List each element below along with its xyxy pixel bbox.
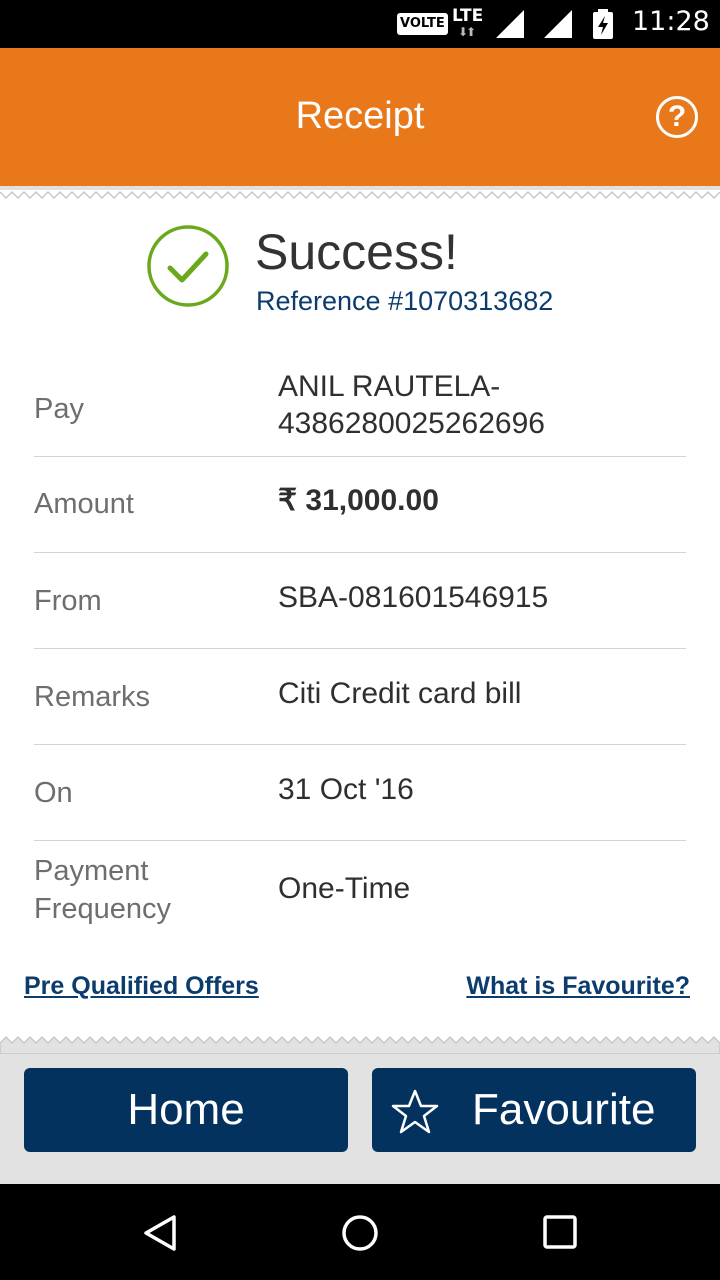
home-button-label: Home: [127, 1085, 245, 1134]
detail-row-frequency: Payment Frequency One-Time: [34, 841, 686, 937]
detail-value: One-Time: [278, 872, 411, 905]
zigzag-divider: [0, 1035, 720, 1054]
page-title: Receipt: [295, 95, 425, 137]
detail-row-amount: Amount ₹ 31,000.00: [34, 457, 686, 553]
detail-label: From: [34, 585, 102, 617]
detail-label: On: [34, 777, 73, 809]
favourite-button[interactable]: Favourite: [372, 1068, 696, 1152]
app-bar: Receipt: [0, 48, 720, 186]
detail-label: Pay: [34, 393, 84, 425]
volte-badge: VOLTE: [397, 13, 448, 35]
zigzag-divider: [0, 186, 720, 200]
home-circle-icon[interactable]: [340, 1213, 380, 1253]
detail-row-remarks: Remarks Citi Credit card bill: [34, 649, 686, 745]
detail-label: Amount: [34, 488, 134, 520]
nav-bar: [0, 1184, 720, 1280]
signal-strength-icon: [496, 10, 524, 38]
status-bar: VOLTE LTE ⬇⬆ 11:28: [0, 0, 720, 48]
battery-charging-icon: [593, 9, 613, 39]
home-button[interactable]: Home: [24, 1068, 348, 1152]
reference-number: Reference #1070313682: [256, 286, 554, 316]
back-icon[interactable]: [142, 1214, 180, 1252]
recents-square-icon[interactable]: [542, 1214, 578, 1250]
detail-label: Payment Frequency: [34, 855, 172, 925]
pre-qualified-offers-link[interactable]: Pre Qualified Offers: [24, 972, 259, 1001]
detail-row-pay: Pay ANIL RAUTELA- 4386280025262696: [34, 350, 686, 457]
detail-value: SBA-081601546915: [278, 581, 549, 614]
star-icon: [391, 1089, 439, 1134]
success-title: Success!: [255, 224, 458, 280]
detail-value: 31 Oct '16: [278, 773, 414, 806]
data-activity-icon: ⬇⬆: [458, 25, 476, 39]
detail-row-on: On 31 Oct '16: [34, 745, 686, 841]
detail-row-from: From SBA-081601546915: [34, 553, 686, 649]
clock: 11:28: [632, 6, 710, 37]
lte-label: LTE: [452, 6, 484, 26]
signal-strength-icon: [544, 10, 572, 38]
favourite-button-label: Favourite: [472, 1085, 656, 1134]
detail-value: ANIL RAUTELA- 4386280025262696: [278, 370, 545, 440]
detail-label: Remarks: [34, 681, 151, 713]
what-is-favourite-link[interactable]: What is Favourite?: [466, 972, 690, 1001]
help-icon[interactable]: ?: [656, 96, 698, 138]
amount-value: ₹ 31,000.00: [278, 484, 439, 517]
success-check-icon: [147, 225, 229, 307]
detail-value: Citi Credit card bill: [278, 677, 522, 710]
